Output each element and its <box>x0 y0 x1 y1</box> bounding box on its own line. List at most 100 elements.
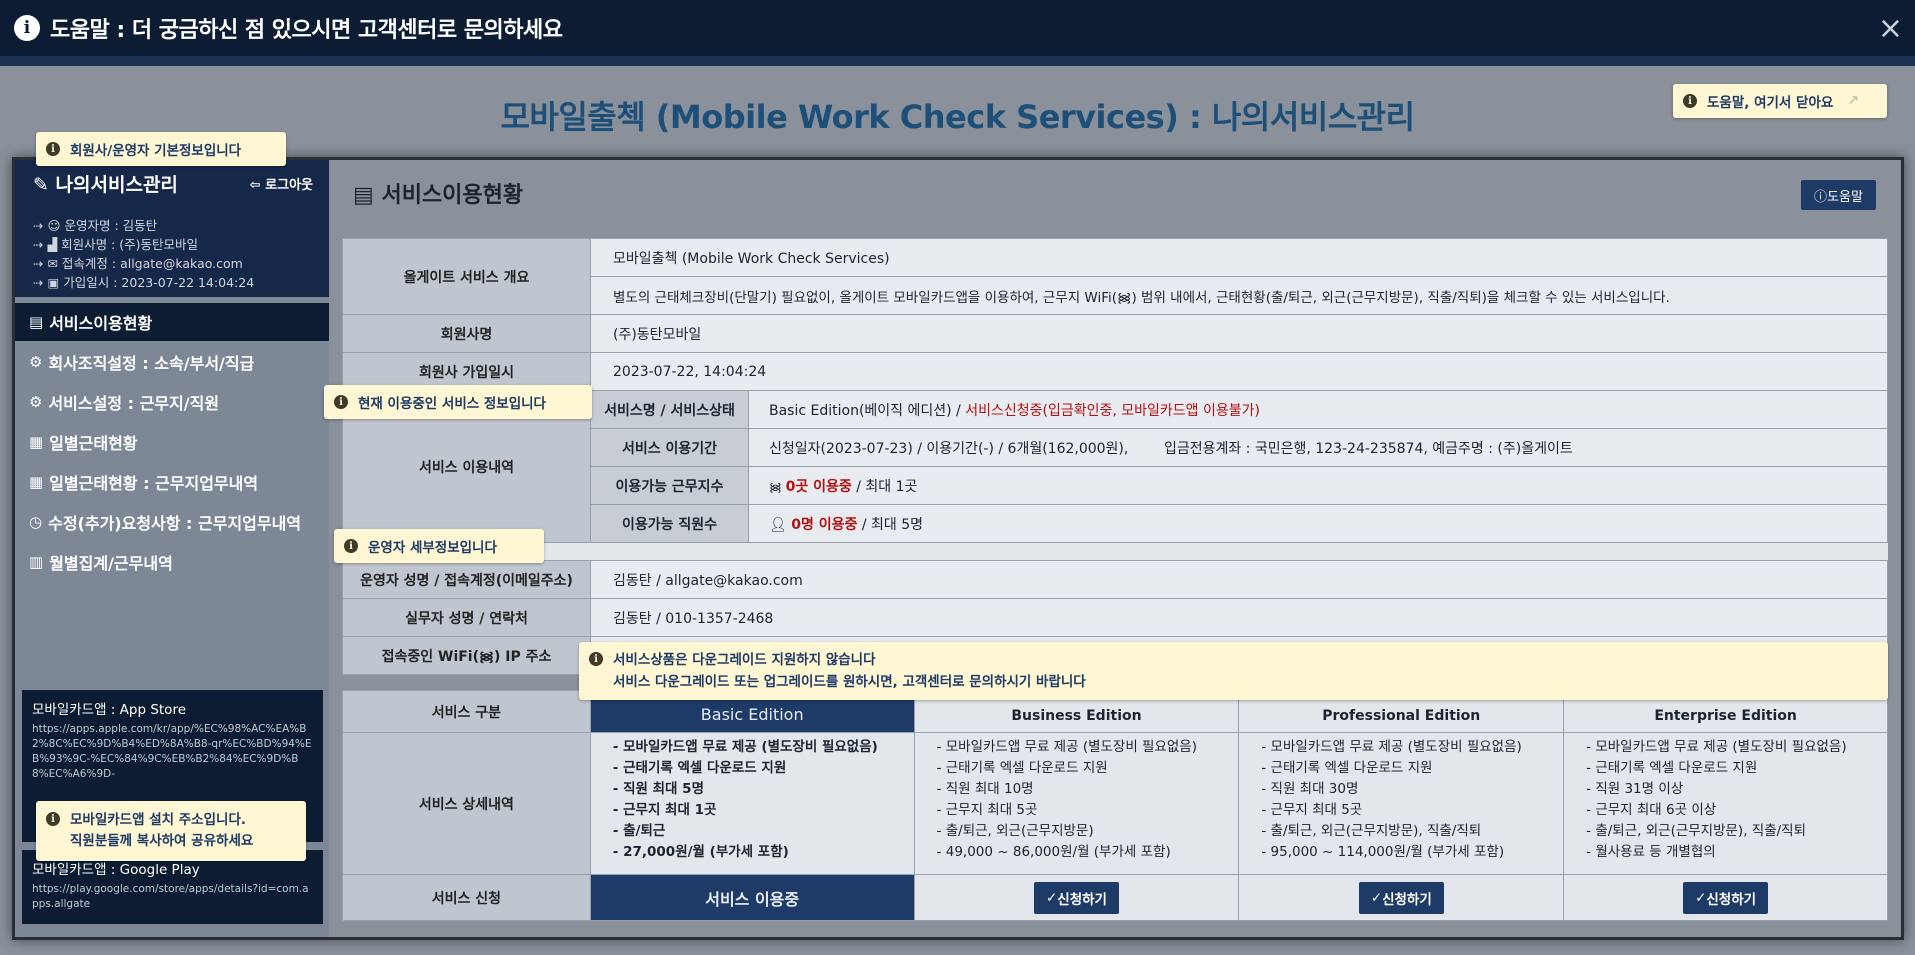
sidebar-item-service-status[interactable]: ▤ 서비스이용현황 <box>15 303 329 341</box>
tip-text: 모바일카드앱 설치 주소입니다. <box>70 812 246 828</box>
google-play-url[interactable]: https://play.google.com/store/apps/detai… <box>32 882 313 912</box>
svc-name-value: Basic Edition(베이직 에디션) / 서비스신청중(입금확인중, 모… <box>748 390 1888 429</box>
google-play-link[interactable]: 모바일카드앱 : Google Play https://play.google… <box>22 850 323 924</box>
app-store-title: 모바일카드앱 : App Store <box>32 702 186 718</box>
user-icon: ☺ <box>47 218 61 233</box>
sidebar-item-daily-worksite[interactable]: ▦ 일별근태현황 : 근무지업무내역 <box>15 463 329 501</box>
info-icon: i <box>334 395 348 409</box>
edition-business-details: - 모바일카드앱 무료 제공 (별도장비 필요없음) - 근태기록 엑셀 다운로… <box>913 732 1240 875</box>
svc-edition: Basic Edition(베이직 에디션) / <box>769 402 966 419</box>
detail-line: - 49,000 ~ 86,000원/월 (부가세 포함) <box>936 844 1171 860</box>
mail-icon: ✉ <box>47 256 58 271</box>
app-store-url[interactable]: https://apps.apple.com/kr/app/%EC%98%AC%… <box>32 722 313 782</box>
detail-line: - 모바일카드앱 무료 제공 (별도장비 필요없음) <box>612 739 878 755</box>
sidebar-item-monthly-summary[interactable]: ▥ 월별집계/근무내역 <box>15 543 329 581</box>
check-icon: ✓ <box>1370 889 1383 906</box>
tip-text-block: 모바일카드앱 설치 주소입니다. 직원분들께 복사하여 공유하세요 <box>70 810 253 852</box>
period-label: 서비스 이용기간 <box>590 428 749 467</box>
calendar-icon: ▦ <box>29 473 44 491</box>
page-title: 모바일출첵 (Mobile Work Check Services) : 나의서… <box>500 98 1415 136</box>
sidebar-item-org-settings[interactable]: ⚙ 회사조직설정 : 소속/부서/직급 <box>15 343 329 381</box>
menu-label: 수정(추가)요청사항 : 근무지업무내역 <box>48 514 302 533</box>
detail-line: - 95,000 ~ 114,000원/월 (부가세 포함) <box>1261 844 1505 860</box>
service-editions-table: 서비스 구분 Basic Edition Business Edition Pr… <box>342 690 1888 921</box>
tip-text: 직원분들께 복사하여 공유하세요 <box>70 833 254 849</box>
company-name: ⇢ ▟ 회원사명 : (주)동탄모바일 <box>33 237 198 252</box>
apply-cell: ✓ 신청하기 <box>1238 874 1565 921</box>
detail-line: - 근태기록 엑셀 다운로드 지원 <box>1261 760 1433 776</box>
sidebar-item-edit-requests[interactable]: ◷ 수정(추가)요청사항 : 근무지업무내역 <box>15 503 329 541</box>
tip-text: 서비스상품은 다운그레이드 지원하지 않습니다 <box>613 652 876 668</box>
apply-cell: ✓ 신청하기 <box>913 874 1240 921</box>
sidebar-title-text: 나의서비스관리 <box>55 174 178 196</box>
close-icon[interactable]: × <box>1878 14 1903 44</box>
check-icon: ✓ <box>1695 889 1707 906</box>
help-label: 도움말 <box>1827 189 1863 205</box>
building-icon: ▟ <box>47 237 58 252</box>
close-help-tip[interactable]: i 도움말, 여기서 닫아요 ↗ <box>1673 84 1887 118</box>
detail-line: - 27,000원/월 (부가세 포함) <box>612 844 789 860</box>
detail-line: - 근무지 최대 6곳 이상 <box>1586 802 1717 818</box>
detail-line: - 직원 31명 이상 <box>1586 781 1684 797</box>
calendar-icon: ▣ <box>47 275 60 290</box>
menu-label: 서비스설정 : 근무지/직원 <box>48 394 220 413</box>
gear-icon: ⚙ <box>29 393 43 411</box>
staff-max: / 최대 5명 <box>857 516 923 533</box>
sidebar-item-daily-attendance[interactable]: ▦ 일별근태현황 <box>15 423 329 461</box>
tip-text: 현재 이용중인 서비스 정보입니다 <box>358 396 546 412</box>
logout-label: 로그아웃 <box>265 178 313 193</box>
sidebar-title: ✎ 나의서비스관리 <box>33 170 178 197</box>
info-text: 회원사명 : (주)동탄모바일 <box>61 237 198 252</box>
service-detail-label: 서비스 상세내역 <box>342 732 591 875</box>
content-title-text: 서비스이용현황 <box>381 183 524 208</box>
staff-label: 이용가능 직원수 <box>590 504 749 543</box>
calendar-icon: ▦ <box>29 433 44 451</box>
wifi-icon: ᯼ <box>769 479 786 494</box>
apply-enterprise-button[interactable]: ✓ 신청하기 <box>1683 881 1769 914</box>
detail-line: - 근태기록 엑셀 다운로드 지원 <box>1586 760 1758 776</box>
detail-line: - 월사용료 등 개별협의 <box>1586 844 1716 860</box>
edition-professional-details: - 모바일카드앱 무료 제공 (별도장비 필요없음) - 근태기록 엑셀 다운로… <box>1238 732 1565 875</box>
edition-enterprise-details: - 모바일카드앱 무료 제공 (별도장비 필요없음) - 근태기록 엑셀 다운로… <box>1563 732 1888 875</box>
logout-icon: ⇦ <box>249 178 266 193</box>
apply-label: 신청하기 <box>1057 891 1107 908</box>
overview-desc: 별도의 근태체크장비(단말기) 필요없이, 올게이트 모바일카드앱을 이용하여,… <box>590 276 1888 315</box>
overview-label: 올게이트 서비스 개요 <box>342 238 591 315</box>
info-icon: i <box>589 652 603 666</box>
detail-line: - 직원 최대 10명 <box>936 781 1034 797</box>
pencil-icon: ✎ <box>33 174 56 196</box>
detail-line: - 직원 최대 30명 <box>1261 781 1359 797</box>
logout-button[interactable]: ⇦ 로그아웃 <box>250 174 313 193</box>
detail-line: - 근태기록 엑셀 다운로드 지원 <box>612 760 787 776</box>
content-title: ▤ 서비스이용현황 <box>353 177 523 209</box>
info-icon: i <box>14 15 40 41</box>
tip-text: 회원사/운영자 기본정보입니다 <box>70 143 242 159</box>
info-icon: i <box>46 812 60 826</box>
ip-label: 접속중인 WiFi(᯼) IP 주소 <box>342 636 591 675</box>
detail-line: - 출/퇴근, 외근(근무지방문) <box>936 823 1094 839</box>
bar-chart-icon: ▥ <box>29 553 44 571</box>
detail-line: - 출/퇴근 <box>612 823 666 839</box>
detail-line: - 출/퇴근, 외근(근무지방문), 직출/직퇴 <box>1586 823 1807 839</box>
menu-label: 월별집계/근무내역 <box>49 554 173 573</box>
sites-value: ᯼ 0곳 이용중 / 최대 1곳 <box>748 466 1888 505</box>
help-button[interactable]: ⓘ 도움말 <box>1801 180 1876 210</box>
detail-line: - 근무지 최대 5곳 <box>1261 802 1363 818</box>
menu-label: 회사조직설정 : 소속/부서/직급 <box>48 354 255 373</box>
apply-business-button[interactable]: ✓ 신청하기 <box>1033 881 1119 914</box>
detail-line: - 근태기록 엑셀 다운로드 지원 <box>936 760 1108 776</box>
apply-label: 신청하기 <box>1382 891 1432 908</box>
menu-label: 일별근태현황 <box>49 434 138 453</box>
clock-icon: ◷ <box>29 513 43 531</box>
edition-basic-details: - 모바일카드앱 무료 제공 (별도장비 필요없음) - 근태기록 엑셀 다운로… <box>589 732 915 875</box>
sidebar-item-service-settings[interactable]: ⚙ 서비스설정 : 근무지/직원 <box>15 383 329 421</box>
operator-name: ⇢ ☺ 운영자명 : 김동탄 <box>33 218 158 233</box>
menu-label: 일별근태현황 : 근무지업무내역 <box>49 474 259 493</box>
service-info-table: 올게이트 서비스 개요 모바일출첵 (Mobile Work Check Ser… <box>342 238 1888 675</box>
detail-line: - 직원 최대 5명 <box>612 781 704 797</box>
info-icon: i <box>344 539 358 553</box>
apply-professional-button[interactable]: ✓ 신청하기 <box>1358 881 1444 914</box>
detail-line: - 근무지 최대 1곳 <box>612 802 717 818</box>
operator-label: 운영자 성명 / 접속계정(이메일주소) <box>342 560 591 599</box>
tip-text: 운영자 세부정보입니다 <box>368 540 497 556</box>
